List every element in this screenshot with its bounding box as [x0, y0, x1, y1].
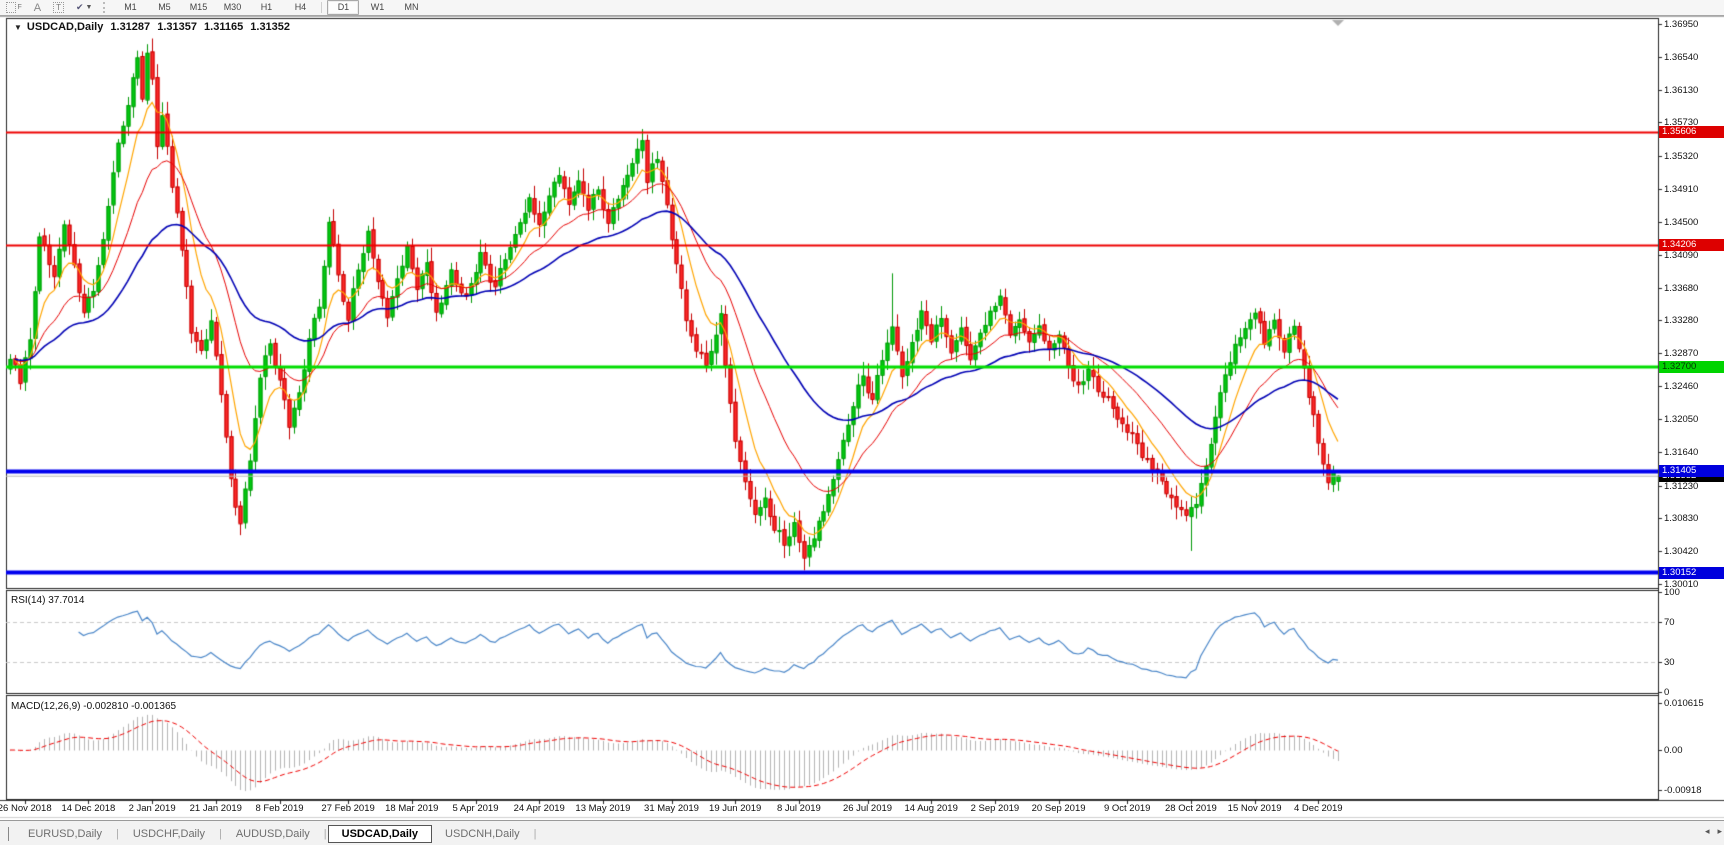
tab-bar-edge — [8, 827, 9, 841]
tab-eurusd[interactable]: EURUSD,Daily — [15, 826, 115, 842]
symbol-tab-bar: EURUSD,Daily|USDCHF,Daily|AUDUSD,Daily|U… — [0, 820, 1724, 845]
tab-usdcnh[interactable]: USDCNH,Daily — [432, 826, 533, 842]
tab-scroll-left-icon[interactable]: ◂ — [1705, 826, 1710, 837]
tab-audusd[interactable]: AUDUSD,Daily — [223, 826, 323, 842]
terminal-window: F A T ✔▼ M1M5M15M30H1H4D1W1MN ▼USDCAD,Da… — [0, 0, 1724, 845]
tab-separator: | — [534, 828, 537, 840]
tab-usdchf[interactable]: USDCHF,Daily — [120, 826, 218, 842]
tab-separator: | — [116, 828, 119, 840]
tab-separator: | — [219, 828, 222, 840]
tab-scroll-arrows: ◂ ▸ — [1705, 826, 1722, 837]
tab-separator: | — [324, 828, 327, 840]
price-chart-canvas[interactable] — [0, 0, 1724, 845]
tab-usdcad[interactable]: USDCAD,Daily — [328, 825, 432, 843]
tab-scroll-right-icon[interactable]: ▸ — [1717, 826, 1722, 837]
